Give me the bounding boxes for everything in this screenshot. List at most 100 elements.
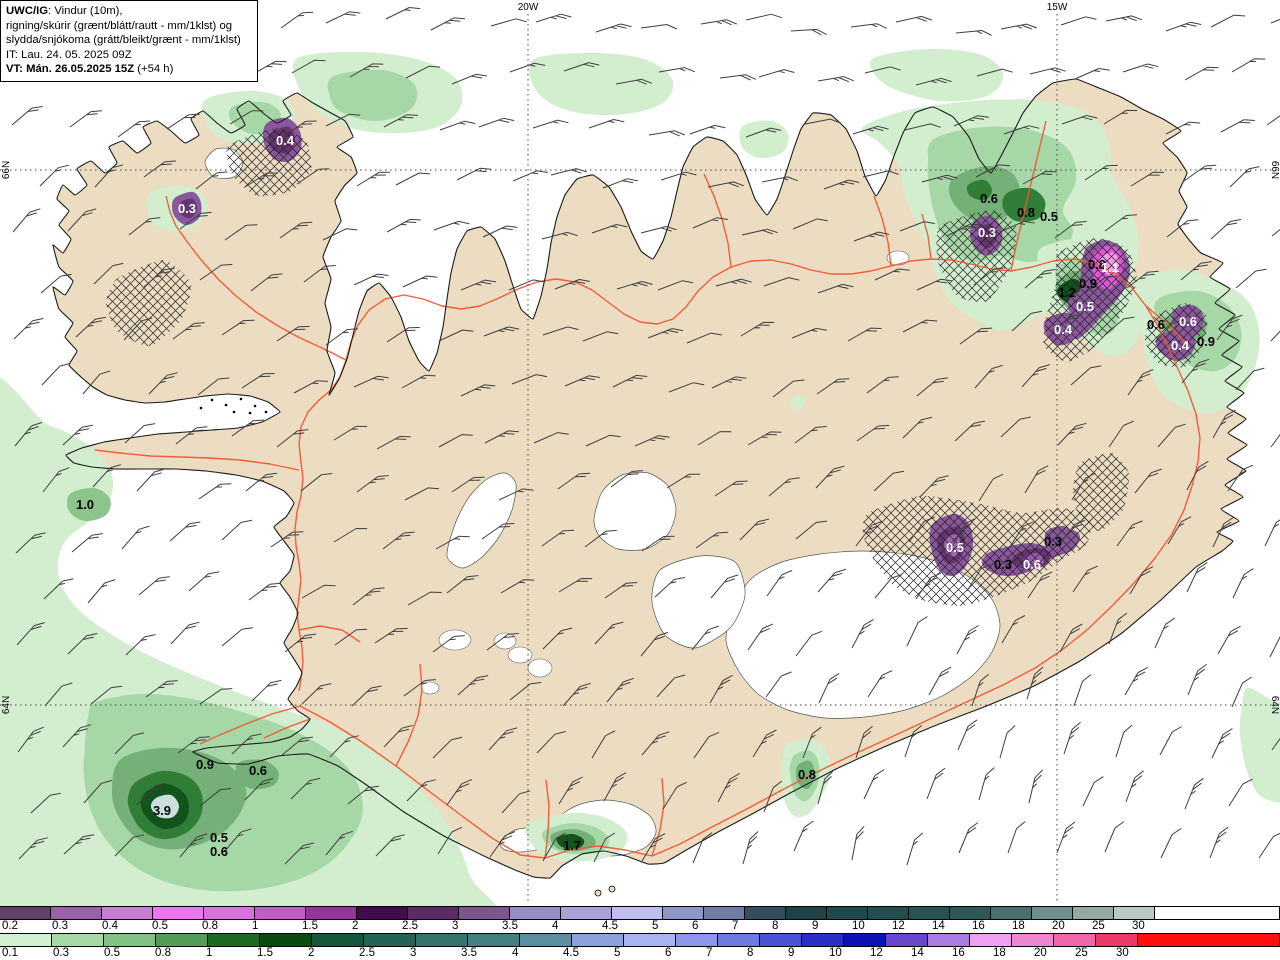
precip-value: 0.6 [1023, 557, 1041, 572]
legend-tick-label: 9 [788, 947, 795, 959]
legend-cell [0, 906, 51, 920]
legend-tick-label: 1.5 [302, 920, 318, 932]
legend-tick-label: 10 [852, 920, 865, 932]
legend-cell [801, 933, 844, 947]
legend-cell [1072, 906, 1114, 920]
legend-tick-label: 1 [252, 920, 259, 932]
legend-cell [519, 933, 572, 947]
precip-value: 0.8 [1017, 205, 1035, 220]
forecast-info-line-1: UWC/IG: Vindur (10m), [6, 5, 123, 17]
legend-cell [560, 906, 612, 920]
legend-cell [744, 906, 786, 920]
legend-tick-label: 3.5 [461, 947, 477, 959]
legend-tick-label: 0.2 [2, 920, 18, 932]
legend-tick-label: 12 [870, 947, 883, 959]
legend-tick-label: 3 [452, 920, 459, 932]
legend-tick-label: 0.8 [202, 920, 218, 932]
precip-value: 0.9 [1197, 334, 1215, 349]
legend-tick-label: 2.5 [359, 947, 375, 959]
meridian-label: 20W [518, 2, 539, 13]
legend-tick-label: 3 [410, 947, 417, 959]
precip-value: 0.4 [276, 133, 295, 148]
legend-tick-label: 18 [993, 947, 1006, 959]
precip-value: 0.6 [1179, 314, 1197, 329]
legend-cell [407, 906, 459, 920]
legend-cell [356, 906, 408, 920]
legend-cell [415, 933, 468, 947]
legend-cell [927, 933, 970, 947]
legend-tick-label: 18 [1012, 920, 1025, 932]
legend-cell [990, 906, 1032, 920]
precip-value: 0.6 [249, 763, 267, 778]
precip-legend: 0.2 0.3 0.4 0.5 0.8 1 1.5 2 2.5 3 3.5 4 4.5 5 6 7 8 9 10 12… [0, 906, 1280, 960]
legend-tick-label: 7 [706, 947, 713, 959]
legend-cell [207, 933, 260, 947]
legend-tick-label: 4.5 [602, 920, 618, 932]
rain-scale-labels: 0.1 0.3 0.5 0.8 1 1.5 2 2.5 3 3.5 4 4.5 5 6 7 8 9 10 12 14 1… [0, 947, 1280, 960]
forecast-info-line-4: IT: Lau. 24. 05. 2025 09Z [6, 48, 132, 61]
legend-cell [717, 933, 760, 947]
parallel-label: 66N [1, 161, 12, 179]
legend-cell [467, 933, 520, 947]
legend-cell [50, 906, 102, 920]
parallel-label: 64N [1, 696, 12, 714]
legend-tick-label: 0.5 [152, 920, 168, 932]
legend-tick-label: 20 [1034, 947, 1047, 959]
precip-value: 0.6 [1147, 317, 1165, 332]
precip-value: 0.9 [196, 757, 214, 772]
meridian-label: 15W [1047, 2, 1068, 13]
legend-cell [623, 933, 676, 947]
legend-tick-label: 3.5 [502, 920, 518, 932]
legend-cell [1154, 906, 1280, 920]
legend-tick-label: 0.3 [52, 920, 68, 932]
legend-cell [305, 906, 357, 920]
legend-tick-label: 0.8 [155, 947, 171, 959]
forecast-info-line-5: VT: Mán. 26.05.2025 15Z (+54 h) [6, 63, 174, 76]
legend-tick-label: 6 [665, 947, 672, 959]
legend-cell [259, 933, 312, 947]
small-island [608, 885, 616, 893]
legend-tick-label: 1 [206, 947, 213, 959]
legend-tick-label: 16 [972, 920, 985, 932]
precip-value: 1.0 [76, 497, 94, 512]
small-island [594, 889, 602, 897]
legend-tick-label: 0.5 [104, 947, 120, 959]
legend-cell [1011, 933, 1054, 947]
legend-cell [1031, 906, 1073, 920]
legend-cell [101, 906, 153, 920]
precip-value: 0.3 [1044, 534, 1062, 549]
legend-tick-label: 1.5 [257, 947, 273, 959]
legend-cell [826, 906, 868, 920]
precip-value: 0.5 [1076, 299, 1094, 314]
precip-value: 1.7 [563, 838, 581, 853]
legend-tick-label: 0.3 [53, 947, 69, 959]
forecast-info-line-3: slydda/snjókoma (grátt/bleikt/grænt - mm… [6, 34, 241, 47]
legend-cell [867, 906, 909, 920]
legend-cell [908, 906, 950, 920]
weather-map-screen: 20W 15W 66N 66N 64N 64N 0.4 0.3 0.6 0.8 0.5 0.3 0.8… [0, 0, 1280, 960]
sleet-scale-labels: 0.2 0.3 0.4 0.5 0.8 1 1.5 2 2.5 3 3.5 4 4.5 5 6 7 8 9 10 12… [0, 920, 1280, 933]
legend-cell [885, 933, 928, 947]
legend-cell [969, 933, 1012, 947]
legend-cell [1113, 906, 1155, 920]
legend-tick-label: 2 [308, 947, 315, 959]
precip-value: 1.1 [1101, 260, 1119, 275]
legend-cell [571, 933, 624, 947]
legend-tick-label: 7 [732, 920, 739, 932]
legend-tick-label: 0.4 [102, 920, 118, 932]
legend-tick-label: 0.1 [2, 947, 18, 959]
rain-scale-bar [0, 933, 1280, 947]
forecast-info-line-2: rigning/skúrir (grænt/blátt/rautt - mm/1… [6, 19, 233, 32]
legend-cell [509, 906, 561, 920]
precip-value: 0.6 [210, 844, 228, 859]
legend-cell [311, 933, 364, 947]
legend-tick-label: 2 [352, 920, 359, 932]
legend-cell [155, 933, 208, 947]
legend-cell [458, 906, 510, 920]
legend-tick-label: 2.5 [402, 920, 418, 932]
legend-tick-label: 30 [1132, 920, 1145, 932]
legend-cell [662, 906, 704, 920]
legend-tick-label: 25 [1075, 947, 1088, 959]
legend-tick-label: 4.5 [563, 947, 579, 959]
precip-value: 0.5 [210, 830, 228, 845]
